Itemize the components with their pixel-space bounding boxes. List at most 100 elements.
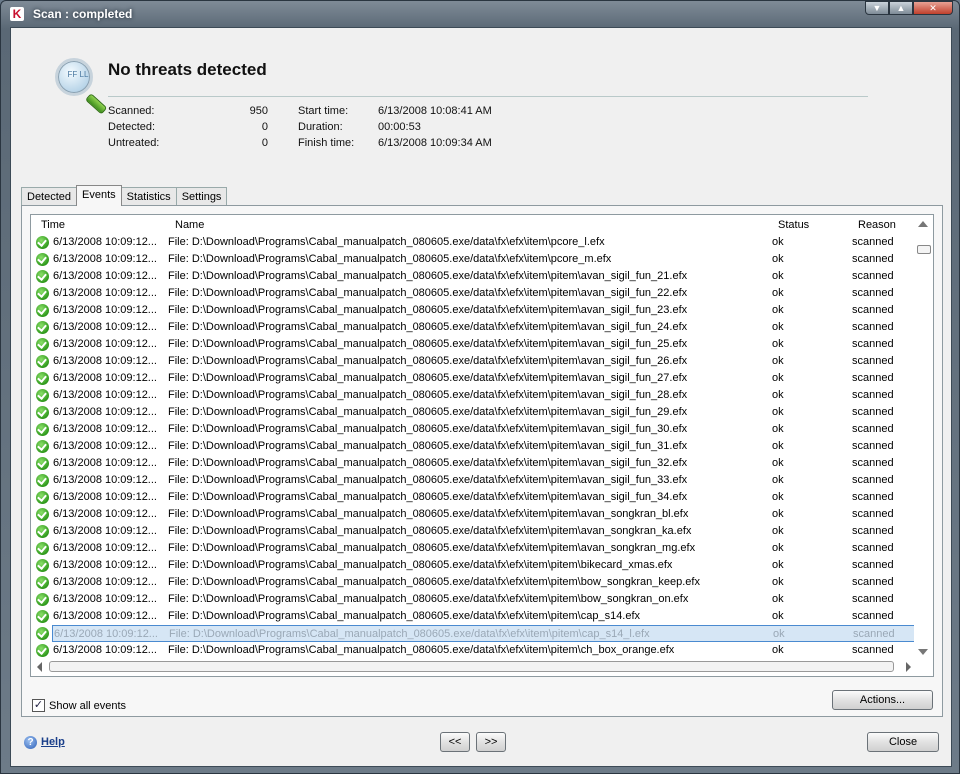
tab-settings[interactable]: Settings xyxy=(175,187,228,206)
cell-name: File: D:\Download\Programs\Cabal_manualp… xyxy=(169,628,650,640)
tab-statistics[interactable]: Statistics xyxy=(120,187,177,206)
cell-status: ok xyxy=(772,338,784,350)
ok-check-icon xyxy=(36,406,49,419)
ok-check-icon xyxy=(36,389,49,402)
row-cells: 6/13/2008 10:09:12... File: D:\Download\P… xyxy=(52,455,915,472)
cell-name: File: D:\Download\Programs\Cabal_manualp… xyxy=(168,423,688,435)
table-row[interactable]: 6/13/2008 10:09:12... File: D:\Download\P… xyxy=(31,353,915,370)
table-row[interactable]: 6/13/2008 10:09:12... File: D:\Download\P… xyxy=(31,336,915,353)
row-cells: 6/13/2008 10:09:12... File: D:\Download\P… xyxy=(52,438,915,455)
minimize-icon[interactable]: ▼ xyxy=(865,1,889,15)
cell-reason: scanned xyxy=(852,321,894,333)
table-row[interactable]: 6/13/2008 10:09:12... File: D:\Download\P… xyxy=(31,540,915,557)
cell-status: ok xyxy=(773,628,785,640)
scroll-up-icon[interactable] xyxy=(918,221,928,227)
horizontal-scrollbar[interactable] xyxy=(31,658,915,676)
table-row[interactable]: 6/13/2008 10:09:12... File: D:\Download\P… xyxy=(31,319,915,336)
next-button[interactable]: >> xyxy=(476,732,506,752)
table-row[interactable]: 6/13/2008 10:09:12... File: D:\Download\P… xyxy=(31,472,915,489)
vertical-scroll-thumb[interactable] xyxy=(917,245,931,254)
table-row[interactable]: 6/13/2008 10:09:12... File: D:\Download\P… xyxy=(31,268,915,285)
table-row[interactable]: 6/13/2008 10:09:12... File: D:\Download\P… xyxy=(31,591,915,608)
cell-reason: scanned xyxy=(852,389,894,401)
row-cells: 6/13/2008 10:09:12... File: D:\Download\P… xyxy=(52,404,915,421)
cell-name: File: D:\Download\Programs\Cabal_manualp… xyxy=(168,372,688,384)
cell-reason: scanned xyxy=(852,610,894,622)
table-row[interactable]: 6/13/2008 10:09:12... File: D:\Download\P… xyxy=(31,285,915,302)
scroll-right-icon[interactable] xyxy=(906,662,911,672)
row-cells: 6/13/2008 10:09:12... File: D:\Download\P… xyxy=(52,370,915,387)
actions-button[interactable]: Actions... xyxy=(832,690,933,710)
row-cells: 6/13/2008 10:09:12... File: D:\Download\P… xyxy=(52,625,915,642)
cell-time: 6/13/2008 10:09:12... xyxy=(54,628,158,640)
cell-name: File: D:\Download\Programs\Cabal_manualp… xyxy=(168,542,696,554)
table-row[interactable]: 6/13/2008 10:09:12... File: D:\Download\P… xyxy=(31,523,915,540)
cell-time: 6/13/2008 10:09:12... xyxy=(53,525,157,537)
table-row[interactable]: 6/13/2008 10:09:12... File: D:\Download\P… xyxy=(31,404,915,421)
cell-time: 6/13/2008 10:09:12... xyxy=(53,508,157,520)
column-reason[interactable]: Reason xyxy=(858,219,896,231)
show-all-events-label[interactable]: Show all events xyxy=(49,700,126,712)
table-row[interactable]: 6/13/2008 10:09:12... File: D:\Download\P… xyxy=(31,234,915,251)
events-list[interactable]: Time Name Status Reason 6/13/2008 10:09:… xyxy=(30,214,934,677)
tab-events[interactable]: Events xyxy=(76,185,122,206)
cell-name: File: D:\Download\Programs\Cabal_manualp… xyxy=(168,593,689,605)
ok-check-icon xyxy=(36,491,49,504)
table-row[interactable]: 6/13/2008 10:09:12... File: D:\Download\P… xyxy=(31,370,915,387)
cell-name: File: D:\Download\Programs\Cabal_manualp… xyxy=(168,236,605,248)
table-row[interactable]: 6/13/2008 10:09:12... File: D:\Download\P… xyxy=(31,608,915,625)
cell-time: 6/13/2008 10:09:12... xyxy=(53,491,157,503)
cell-name: File: D:\Download\Programs\Cabal_manualp… xyxy=(168,389,688,401)
table-row[interactable]: 6/13/2008 10:09:12... File: D:\Download\P… xyxy=(31,557,915,574)
restore-icon[interactable]: ▲ xyxy=(889,1,913,15)
table-row[interactable]: 6/13/2008 10:09:12... File: D:\Download\P… xyxy=(31,489,915,506)
cell-status: ok xyxy=(772,389,784,401)
cell-time: 6/13/2008 10:09:12... xyxy=(53,610,157,622)
cell-reason: scanned xyxy=(852,491,894,503)
row-cells: 6/13/2008 10:09:12... File: D:\Download\P… xyxy=(52,319,915,336)
table-row[interactable]: 6/13/2008 10:09:12... File: D:\Download\P… xyxy=(31,506,915,523)
close-window-icon[interactable]: ✕ xyxy=(913,1,953,15)
cell-name: File: D:\Download\Programs\Cabal_manualp… xyxy=(168,355,688,367)
cell-reason: scanned xyxy=(852,576,894,588)
duration-value: 00:00:53 xyxy=(378,121,421,133)
help-icon[interactable]: ? xyxy=(24,736,37,749)
vertical-scrollbar[interactable] xyxy=(914,215,933,659)
table-row[interactable]: 6/13/2008 10:09:12... File: D:\Download\P… xyxy=(31,387,915,404)
previous-button[interactable]: << xyxy=(440,732,470,752)
column-time[interactable]: Time xyxy=(41,219,65,231)
cell-reason: scanned xyxy=(852,559,894,571)
cell-name: File: D:\Download\Programs\Cabal_manualp… xyxy=(168,576,700,588)
cell-time: 6/13/2008 10:09:12... xyxy=(53,474,157,486)
table-row[interactable]: 6/13/2008 10:09:12... File: D:\Download\P… xyxy=(31,302,915,319)
table-row[interactable]: 6/13/2008 10:09:12... File: D:\Download\P… xyxy=(31,574,915,591)
ok-check-icon xyxy=(36,355,49,368)
cell-time: 6/13/2008 10:09:12... xyxy=(53,304,157,316)
magnifier-lens: FF LL xyxy=(55,58,93,96)
ok-check-icon xyxy=(36,236,49,249)
show-all-events-checkbox[interactable]: ✓ xyxy=(32,699,45,712)
table-row[interactable]: 6/13/2008 10:09:12... File: D:\Download\P… xyxy=(31,625,915,642)
close-button[interactable]: Close xyxy=(867,732,939,752)
scroll-left-icon[interactable] xyxy=(37,662,42,672)
scroll-down-icon[interactable] xyxy=(918,649,928,655)
horizontal-scroll-thumb[interactable] xyxy=(49,661,894,672)
table-row[interactable]: 6/13/2008 10:09:12... File: D:\Download\P… xyxy=(31,251,915,268)
cell-time: 6/13/2008 10:09:12... xyxy=(53,423,157,435)
help-link[interactable]: Help xyxy=(41,736,65,748)
table-row[interactable]: 6/13/2008 10:09:12... File: D:\Download\P… xyxy=(31,642,915,659)
row-cells: 6/13/2008 10:09:12... File: D:\Download\P… xyxy=(52,506,915,523)
cell-time: 6/13/2008 10:09:12... xyxy=(53,593,157,605)
table-row[interactable]: 6/13/2008 10:09:12... File: D:\Download\P… xyxy=(31,438,915,455)
column-name[interactable]: Name xyxy=(175,219,204,231)
table-row[interactable]: 6/13/2008 10:09:12... File: D:\Download\P… xyxy=(31,421,915,438)
ok-check-icon xyxy=(36,525,49,538)
event-rows: 6/13/2008 10:09:12... File: D:\Download\P… xyxy=(31,234,915,659)
tab-detected[interactable]: Detected xyxy=(21,187,78,206)
cell-status: ok xyxy=(772,372,784,384)
cell-status: ok xyxy=(772,491,784,503)
cell-time: 6/13/2008 10:09:12... xyxy=(53,389,157,401)
table-row[interactable]: 6/13/2008 10:09:12... File: D:\Download\P… xyxy=(31,455,915,472)
column-status[interactable]: Status xyxy=(778,219,809,231)
title-bar[interactable]: K Scan : completed ▼ ▲ ✕ xyxy=(1,1,959,27)
